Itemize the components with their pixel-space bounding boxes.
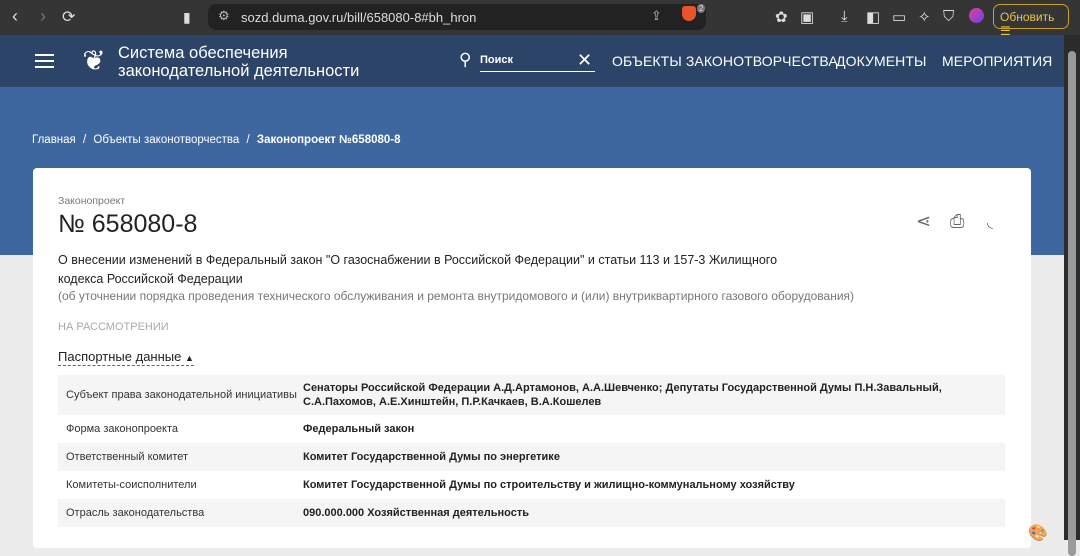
row-label: Ответственный комитет — [66, 451, 189, 463]
update-button[interactable]: Обновить ☰ — [993, 4, 1069, 38]
breadcrumb: Главная / Объекты законотворчества / Зак… — [32, 134, 401, 146]
share-icon[interactable]: ⇪ — [651, 8, 662, 24]
nav-documents[interactable]: ДОКУМЕНТЫ — [836, 53, 927, 69]
sidebar-icon[interactable]: ◧ — [866, 8, 880, 26]
row-label: Форма законопроекта — [66, 423, 179, 435]
vpn-icon[interactable]: ⛉ — [943, 8, 954, 25]
site-title[interactable]: Система обеспечения законодательной деяте… — [118, 44, 359, 80]
forward-icon[interactable]: › — [40, 6, 46, 27]
passport-table: Субъект права законодательной инициативы… — [58, 375, 1005, 527]
bill-subtitle: (об уточнении порядка проведения техниче… — [58, 289, 855, 303]
browser-toolbar: ‹ › ⟳ ▮ ⚙ sozd.duma.gov.ru/bill/658080-8… — [0, 0, 1080, 38]
profile-icon[interactable] — [969, 8, 984, 23]
share-icon[interactable]: ⋖ — [916, 211, 931, 232]
nav-objects[interactable]: ОБЪЕКТЫ ЗАКОНОТВОРЧЕСТВА — [612, 53, 838, 69]
download-icon[interactable]: ⤓ — [841, 8, 848, 25]
breadcrumb-objects[interactable]: Объекты законотворчества — [93, 134, 239, 146]
nav-events[interactable]: МЕРОПРИЯТИЯ — [942, 53, 1052, 69]
table-row: Комитеты-соисполнители Комитет Государств… — [58, 471, 1005, 499]
leo-ai-icon[interactable]: ✧ — [918, 8, 931, 26]
hamburger-menu-icon[interactable] — [35, 54, 54, 68]
row-value: Сенаторы Российской Федерации А.Д.Артамо… — [303, 382, 942, 408]
table-row: Форма законопроекта Федеральный закон — [58, 415, 1005, 443]
scrollbar[interactable] — [1064, 35, 1080, 556]
breadcrumb-current: Законопроект №658080-8 — [256, 134, 401, 146]
address-bar[interactable]: ⚙ sozd.duma.gov.ru/bill/658080-8#bh_hron… — [208, 4, 706, 30]
row-label: Отрасль законодательства — [66, 507, 205, 519]
row-label: Комитеты-соисполнители — [66, 479, 197, 491]
close-icon[interactable]: ✕ — [577, 50, 592, 71]
row-value: Комитет Государственной Думы по энергети… — [303, 451, 560, 463]
rss-icon[interactable]: ◟ — [987, 213, 993, 231]
print-icon[interactable]: ⎙ — [950, 211, 964, 232]
row-value: Федеральный закон — [303, 423, 415, 435]
palette-icon[interactable]: 🎨 — [1028, 523, 1048, 543]
status-badge: НА РАССМОТРЕНИИ — [58, 321, 169, 333]
bill-title: О внесении изменений в Федеральный закон… — [58, 253, 778, 286]
wallet-icon[interactable]: ▭ — [892, 8, 906, 26]
bookmark-icon[interactable]: ▮ — [183, 9, 191, 26]
row-label: Субъект права законодательной инициативы — [66, 389, 297, 401]
breadcrumb-home[interactable]: Главная — [32, 134, 76, 146]
row-value: 090.000.000 Хозяйственная деятельность — [303, 507, 530, 519]
table-row: Ответственный комитет Комитет Государстве… — [58, 443, 1005, 471]
table-row: Субъект права законодательной инициативы… — [58, 375, 1005, 415]
site-settings-icon[interactable]: ⚙ — [218, 8, 230, 24]
bill-card: Законопроект № 658080-8 ⋖ ⎙ ◟ О внесении… — [33, 168, 1031, 548]
brave-shield-icon[interactable] — [682, 6, 696, 21]
row-value: Комитет Государственной Думы по строител… — [303, 479, 795, 491]
back-icon[interactable]: ‹ — [12, 6, 18, 27]
table-row: Отрасль законодательства 090.000.000 Хозя… — [58, 499, 1005, 527]
emblem-logo[interactable]: ❦ — [77, 43, 111, 79]
bill-number: № 658080-8 — [58, 210, 198, 238]
reader-icon[interactable]: ▣ — [800, 8, 814, 26]
site-header: ❦ Система обеспечения законодательной дея… — [0, 35, 1064, 87]
scrollbar-thumb[interactable] — [1068, 51, 1076, 556]
search-icon[interactable]: ⚲ — [459, 50, 471, 70]
caret-up-icon: ▲ — [184, 353, 194, 363]
reload-icon[interactable]: ⟳ — [62, 7, 75, 27]
passport-toggle[interactable]: Паспортные данные ▲ — [58, 349, 194, 366]
extensions-icon[interactable]: ✿ — [775, 8, 788, 26]
